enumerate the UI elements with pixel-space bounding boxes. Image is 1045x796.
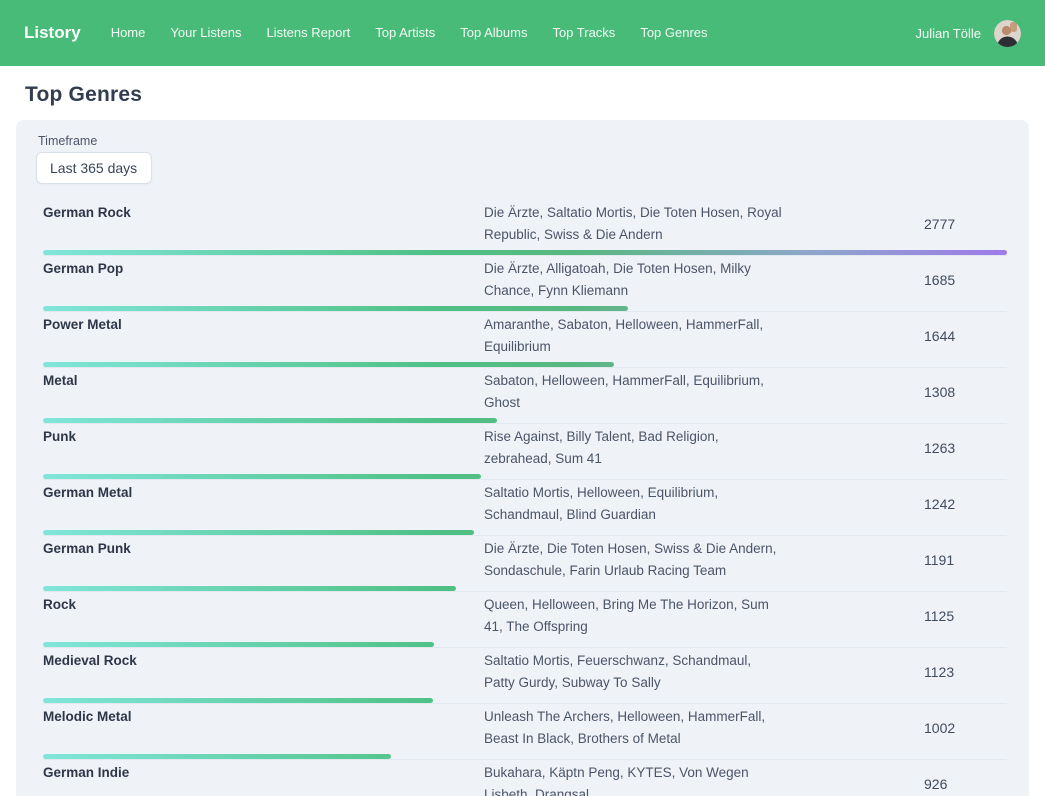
genre-artists: Sabaton, Helloween, HammerFall, Equilibr… bbox=[484, 370, 782, 413]
genre-artists: Rise Against, Billy Talent, Bad Religion… bbox=[484, 426, 782, 469]
genre-artists: Amaranthe, Sabaton, Helloween, HammerFal… bbox=[484, 314, 782, 357]
genre-name: Punk bbox=[43, 426, 484, 469]
genre-progress-bar bbox=[43, 698, 433, 703]
genre-progress-bar bbox=[43, 530, 474, 535]
table-row: Rock Queen, Helloween, Bring Me The Hori… bbox=[43, 592, 1007, 648]
nav-item-listens-report[interactable]: Listens Report bbox=[266, 25, 350, 40]
genre-name: Melodic Metal bbox=[43, 706, 484, 749]
genre-bar-track bbox=[43, 306, 1007, 311]
genre-bar-track bbox=[43, 418, 1007, 423]
genre-progress-bar bbox=[43, 754, 391, 759]
genre-count: 1644 bbox=[782, 314, 1007, 357]
timeframe-select[interactable]: Last 365 days bbox=[36, 152, 152, 184]
genre-artists: Bukahara, Käptn Peng, KYTES, Von Wegen L… bbox=[484, 762, 782, 796]
genre-name: Medieval Rock bbox=[43, 650, 484, 693]
genre-name: Rock bbox=[43, 594, 484, 637]
genre-name: Power Metal bbox=[43, 314, 484, 357]
table-row: German Metal Saltatio Mortis, Helloween,… bbox=[43, 480, 1007, 536]
table-row: Power Metal Amaranthe, Sabaton, Hellowee… bbox=[43, 312, 1007, 368]
page-title: Top Genres bbox=[25, 83, 1029, 107]
genre-count: 1685 bbox=[782, 258, 1007, 301]
genre-bar-track bbox=[43, 754, 1007, 759]
table-row: German Punk Die Ärzte, Die Toten Hosen, … bbox=[43, 536, 1007, 592]
nav-item-your-listens[interactable]: Your Listens bbox=[170, 25, 241, 40]
genre-count: 1263 bbox=[782, 426, 1007, 469]
nav-item-top-tracks[interactable]: Top Tracks bbox=[552, 25, 615, 40]
genre-bar-track bbox=[43, 642, 1007, 647]
genre-progress-bar bbox=[43, 474, 481, 479]
genre-name: German Indie bbox=[43, 762, 484, 796]
genre-count: 1191 bbox=[782, 538, 1007, 581]
genre-bar-track bbox=[43, 530, 1007, 535]
table-row: German Indie Bukahara, Käptn Peng, KYTES… bbox=[43, 760, 1007, 796]
nav-item-top-genres[interactable]: Top Genres bbox=[640, 25, 707, 40]
genre-count: 1123 bbox=[782, 650, 1007, 693]
genre-count: 1125 bbox=[782, 594, 1007, 637]
avatar-photo bbox=[994, 20, 1021, 47]
nav-item-top-artists[interactable]: Top Artists bbox=[375, 25, 435, 40]
genre-artists: Queen, Helloween, Bring Me The Horizon, … bbox=[484, 594, 782, 637]
timeframe-label: Timeframe bbox=[38, 134, 1007, 148]
genre-count: 1002 bbox=[782, 706, 1007, 749]
table-row: Melodic Metal Unleash The Archers, Hello… bbox=[43, 704, 1007, 760]
genre-count: 2777 bbox=[782, 202, 1007, 245]
genre-name: German Rock bbox=[43, 202, 484, 245]
genre-count: 1242 bbox=[782, 482, 1007, 525]
table-row: German Rock Die Ärzte, Saltatio Mortis, … bbox=[43, 200, 1007, 256]
genres-table: German Rock Die Ärzte, Saltatio Mortis, … bbox=[43, 200, 1007, 796]
genre-name: German Pop bbox=[43, 258, 484, 301]
top-genres-card: Timeframe Last 365 days German Rock Die … bbox=[16, 120, 1029, 796]
genre-artists: Saltatio Mortis, Helloween, Equilibrium,… bbox=[484, 482, 782, 525]
genre-bar-track bbox=[43, 250, 1007, 255]
nav-links: Home Your Listens Listens Report Top Art… bbox=[111, 24, 708, 42]
nav-item-home[interactable]: Home bbox=[111, 25, 146, 40]
genre-progress-bar bbox=[43, 306, 628, 311]
genre-bar-track bbox=[43, 362, 1007, 367]
genre-bar-track bbox=[43, 698, 1007, 703]
table-row: Metal Sabaton, Helloween, HammerFall, Eq… bbox=[43, 368, 1007, 424]
nav-item-top-albums[interactable]: Top Albums bbox=[460, 25, 527, 40]
genre-progress-bar bbox=[43, 586, 456, 591]
main-content: Top Genres Timeframe Last 365 days Germa… bbox=[0, 83, 1045, 796]
genre-artists: Die Ärzte, Alligatoah, Die Toten Hosen, … bbox=[484, 258, 782, 301]
genre-count: 1308 bbox=[782, 370, 1007, 413]
genre-bar-track bbox=[43, 474, 1007, 479]
top-navbar: Listory Home Your Listens Listens Report… bbox=[0, 0, 1045, 66]
app-logo[interactable]: Listory bbox=[24, 23, 81, 43]
genre-progress-bar bbox=[43, 418, 497, 423]
table-row: Punk Rise Against, Billy Talent, Bad Rel… bbox=[43, 424, 1007, 480]
genre-bar-track bbox=[43, 586, 1007, 591]
genre-artists: Unleash The Archers, Helloween, HammerFa… bbox=[484, 706, 782, 749]
genre-progress-bar bbox=[43, 642, 434, 647]
genre-name: German Metal bbox=[43, 482, 484, 525]
genre-artists: Saltatio Mortis, Feuerschwanz, Schandmau… bbox=[484, 650, 782, 693]
table-row: Medieval Rock Saltatio Mortis, Feuerschw… bbox=[43, 648, 1007, 704]
user-avatar[interactable] bbox=[994, 20, 1021, 47]
genre-count: 926 bbox=[782, 762, 1007, 796]
genre-artists: Die Ärzte, Saltatio Mortis, Die Toten Ho… bbox=[484, 202, 782, 245]
user-name: Julian Tölle bbox=[915, 26, 981, 41]
timeframe-field: Timeframe Last 365 days bbox=[36, 134, 1007, 184]
nav-user-area: Julian Tölle bbox=[915, 20, 1021, 47]
genre-progress-bar bbox=[43, 250, 1007, 255]
genre-artists: Die Ärzte, Die Toten Hosen, Swiss & Die … bbox=[484, 538, 782, 581]
genre-name: German Punk bbox=[43, 538, 484, 581]
table-row: German Pop Die Ärzte, Alligatoah, Die To… bbox=[43, 256, 1007, 312]
genre-progress-bar bbox=[43, 362, 614, 367]
genre-name: Metal bbox=[43, 370, 484, 413]
